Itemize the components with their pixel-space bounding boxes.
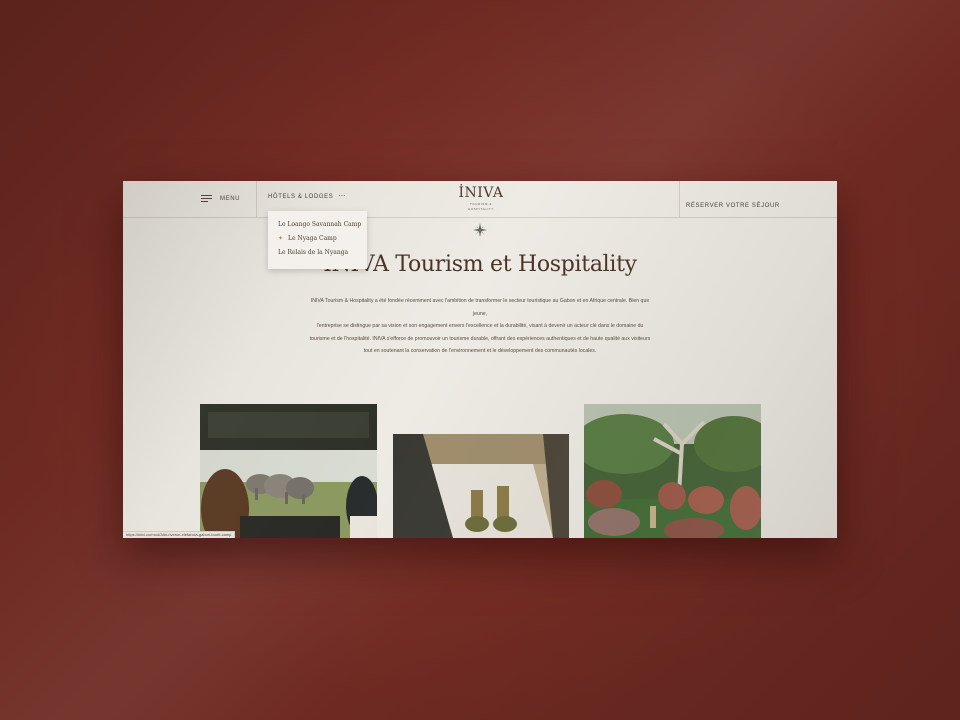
safari-vehicle-photo[interactable]: [200, 404, 377, 538]
intro-paragraph: INIVA Tourism & Hospitality a été fondée…: [310, 298, 650, 317]
menu-label: MENU: [220, 196, 241, 202]
reserve-stay-button[interactable]: RÉSERVER VOTRE SÉJOUR: [686, 194, 780, 212]
reserve-label: RÉSERVER VOTRE SÉJOUR: [686, 203, 780, 209]
logo-wordmark: İNIVA: [458, 185, 504, 201]
site-header: MENU HÔTELS & LODGES ⋯ İNIVA TOURISM & H…: [123, 181, 837, 218]
header-divider: [679, 181, 680, 217]
page-title: İNIVA Tourism et Hospitality: [323, 252, 637, 277]
compass-star-icon: [473, 223, 487, 237]
dropdown-item-nyanga[interactable]: Le Relais de la Nyanga: [278, 249, 348, 256]
dropdown-item-nyaga[interactable]: Le Nyaga Camp: [288, 235, 337, 242]
logo-tagline: TOURISM & HOSPITALITY: [468, 202, 494, 211]
status-url: https://inivi.co/mod/38d-riverce-elefanc…: [123, 531, 236, 538]
elephants-forest-photo[interactable]: [584, 404, 761, 538]
dropdown-item-loango[interactable]: Le Loango Savannah Camp: [278, 221, 361, 228]
header-divider: [256, 181, 257, 217]
intro-text: INIVA Tourism & Hospitality a été fondée…: [308, 295, 652, 358]
hotels-lodges-button[interactable]: HÔTELS & LODGES ⋯: [268, 193, 346, 201]
hamburger-icon: [201, 195, 212, 203]
iniva-logo[interactable]: İNIVA TOURISM & HOSPITALITY: [458, 185, 504, 212]
more-dots-icon: ⋯: [338, 193, 346, 200]
active-star-icon: ✦: [278, 236, 284, 242]
menu-button[interactable]: MENU: [201, 193, 240, 205]
website-page: MENU HÔTELS & LODGES ⋯ İNIVA TOURISM & H…: [123, 181, 837, 538]
hotels-dropdown-menu: Le Loango Savannah Camp ✦ Le Nyaga Camp …: [268, 211, 367, 269]
intro-paragraph: l'entreprise se distingue par sa vision …: [309, 323, 651, 354]
feet-on-dashboard-photo[interactable]: [393, 434, 569, 538]
hotels-lodges-label: HÔTELS & LODGES: [268, 194, 334, 200]
